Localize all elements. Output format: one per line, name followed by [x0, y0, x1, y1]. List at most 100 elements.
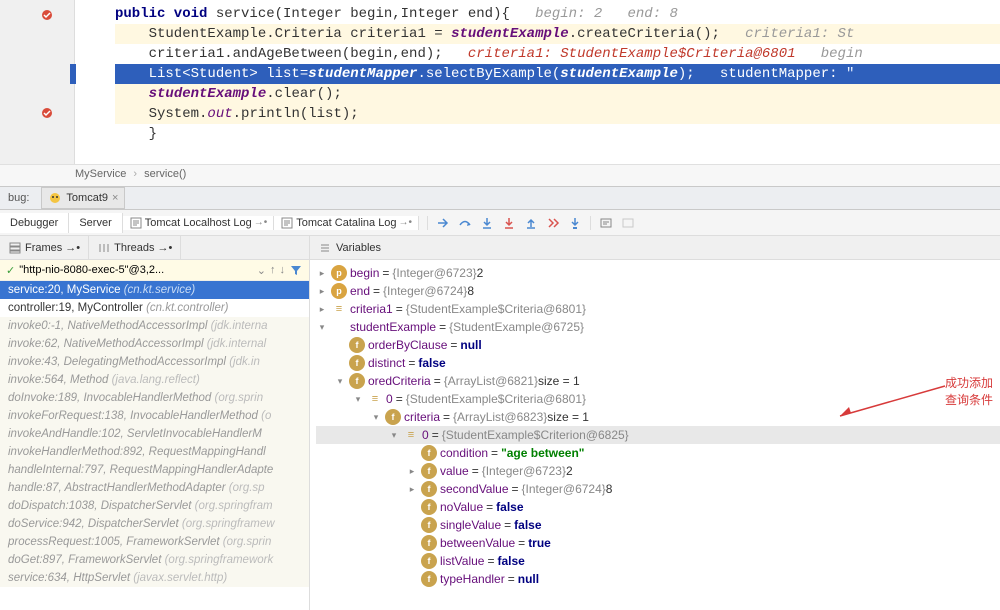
tab-frames[interactable]: Frames →•	[0, 236, 89, 259]
variable-name: listValue	[440, 552, 484, 570]
tab-server[interactable]: Server	[69, 213, 122, 233]
variable-row[interactable]: fnoValue=false	[316, 498, 1000, 516]
pin-icon[interactable]: →•	[65, 242, 80, 254]
force-step-into-icon[interactable]	[502, 216, 516, 230]
debug-panes: Frames →• Threads →• ✓ ⌄ ↑ ↓ service:20,…	[0, 236, 1000, 610]
tab-run-config[interactable]: Tomcat9 ×	[41, 187, 125, 209]
pin-icon[interactable]: →•	[254, 217, 268, 228]
filter-icon[interactable]	[289, 263, 303, 277]
code-line[interactable]: }	[115, 124, 1000, 144]
next-frame-icon[interactable]: ↓	[280, 264, 286, 276]
tree-toggle-icon[interactable]: ▸	[406, 480, 418, 498]
frame-item[interactable]: service:20, MyService (cn.kt.service)	[0, 281, 309, 299]
tab-debugger[interactable]: Debugger	[0, 213, 69, 233]
tab-catalina-log[interactable]: Tomcat Catalina Log →•	[274, 216, 419, 230]
variable-row[interactable]: fcondition="age between"	[316, 444, 1000, 462]
code-line[interactable]: criteria1.andAgeBetween(begin,end); crit…	[115, 44, 1000, 64]
frame-item[interactable]: service:634, HttpServlet (javax.servlet.…	[0, 569, 309, 587]
code-line[interactable]: StudentExample.Criteria criteria1 = stud…	[115, 24, 1000, 44]
tree-toggle-icon[interactable]: ▸	[316, 300, 328, 318]
variable-name: 0	[422, 426, 429, 444]
pin-icon[interactable]: →•	[399, 217, 413, 228]
variable-row[interactable]: ▸fsecondValue={Integer@6724} 8	[316, 480, 1000, 498]
step-into-icon[interactable]	[480, 216, 494, 230]
breakpoint-icon[interactable]	[40, 8, 54, 22]
variable-row[interactable]: ftypeHandler=null	[316, 570, 1000, 588]
breadcrumb-item[interactable]: MyService	[75, 168, 126, 180]
frames-icon	[8, 241, 22, 255]
show-execution-point-icon[interactable]	[436, 216, 450, 230]
code-line[interactable]: List<Student> list=studentMapper.selectB…	[115, 64, 1000, 84]
frame-item[interactable]: doGet:897, FrameworkServlet (org.springf…	[0, 551, 309, 569]
tab-threads[interactable]: Threads →•	[89, 236, 181, 259]
variables-label: Variables	[336, 242, 381, 254]
tree-toggle-icon[interactable]: ▾	[352, 390, 364, 408]
drop-frame-icon[interactable]	[546, 216, 560, 230]
frame-item[interactable]: invokeHandlerMethod:892, RequestMappingH…	[0, 443, 309, 461]
variable-name: typeHandler	[440, 570, 505, 588]
frame-item[interactable]: invoke0:-1, NativeMethodAccessorImpl (jd…	[0, 317, 309, 335]
field-icon: f	[421, 481, 437, 497]
frame-item[interactable]: doInvoke:189, InvocableHandlerMethod (or…	[0, 389, 309, 407]
frame-item[interactable]: processRequest:1005, FrameworkServlet (o…	[0, 533, 309, 551]
frame-item[interactable]: doService:942, DispatcherServlet (org.sp…	[0, 515, 309, 533]
field-icon: f	[385, 409, 401, 425]
tree-toggle-icon[interactable]: ▸	[406, 462, 418, 480]
variable-value: {ArrayList@6823}	[453, 408, 547, 426]
frame-item[interactable]: invoke:564, Method (java.lang.reflect)	[0, 371, 309, 389]
frame-item[interactable]: handle:87, AbstractHandlerMethodAdapter …	[0, 479, 309, 497]
variable-row[interactable]: fbetweenValue=true	[316, 534, 1000, 552]
code-line[interactable]: studentExample.clear();	[115, 84, 1000, 104]
tab-localhost-log[interactable]: Tomcat Localhost Log →•	[123, 216, 275, 230]
variable-row[interactable]: ▾≡0={StudentExample$Criterion@6825}	[316, 426, 1000, 444]
frame-item[interactable]: handleInternal:797, RequestMappingHandle…	[0, 461, 309, 479]
code-line[interactable]: public void service(Integer begin,Intege…	[115, 4, 1000, 24]
code-editor[interactable]: public void service(Integer begin,Intege…	[0, 0, 1000, 164]
tree-toggle-icon[interactable]: ▾	[334, 372, 346, 390]
variable-row[interactable]: fsingleValue=false	[316, 516, 1000, 534]
variable-value: false	[418, 354, 445, 372]
frame-item[interactable]: controller:19, MyController (cn.kt.contr…	[0, 299, 309, 317]
breadcrumb-item[interactable]: service()	[144, 168, 186, 180]
variable-row[interactable]: ▾fcriteria={ArrayList@6823} size = 1	[316, 408, 1000, 426]
frame-item[interactable]: doDispatch:1038, DispatcherServlet (org.…	[0, 497, 309, 515]
close-icon[interactable]: ×	[112, 192, 118, 204]
variable-row[interactable]: forderByClause=null	[316, 336, 1000, 354]
variable-row[interactable]: flistValue=false	[316, 552, 1000, 570]
frame-item[interactable]: invoke:62, NativeMethodAccessorImpl (jdk…	[0, 335, 309, 353]
pin-icon[interactable]: →•	[158, 242, 173, 254]
field-icon: p	[331, 265, 347, 281]
thread-input[interactable]	[19, 264, 253, 276]
variable-row[interactable]: ▾≡0={StudentExample$Criteria@6801}	[316, 390, 1000, 408]
variable-value: null	[518, 570, 539, 588]
prev-frame-icon[interactable]: ↑	[270, 264, 276, 276]
variables-tree[interactable]: ▸pbegin={Integer@6723} 2▸pend={Integer@6…	[310, 260, 1000, 588]
breakpoint-icon[interactable]	[40, 106, 54, 120]
variable-row[interactable]: ▸≡criteria1={StudentExample$Criteria@680…	[316, 300, 1000, 318]
frame-item[interactable]: invokeForRequest:138, InvocableHandlerMe…	[0, 407, 309, 425]
code-line[interactable]: System.out.println(list);	[115, 104, 1000, 124]
frames-list[interactable]: service:20, MyService (cn.kt.service)con…	[0, 281, 309, 610]
tree-toggle-icon[interactable]: ▾	[316, 318, 328, 336]
trace-current-stream-chain-icon[interactable]	[621, 216, 635, 230]
step-out-icon[interactable]	[524, 216, 538, 230]
variable-name: singleValue	[440, 516, 501, 534]
frame-item[interactable]: invokeAndHandle:102, ServletInvocableHan…	[0, 425, 309, 443]
variable-row[interactable]: fdistinct=false	[316, 354, 1000, 372]
variable-row[interactable]: ▾oostudentExample={StudentExample@6725}	[316, 318, 1000, 336]
variable-name: noValue	[440, 498, 483, 516]
variable-row[interactable]: ▸pbegin={Integer@6723} 2	[316, 264, 1000, 282]
tree-toggle-icon[interactable]: ▸	[316, 282, 328, 300]
evaluate-expression-icon[interactable]	[599, 216, 613, 230]
tree-toggle-icon[interactable]: ▸	[316, 264, 328, 282]
thread-selector[interactable]: ✓ ⌄ ↑ ↓	[0, 260, 309, 281]
run-to-cursor-icon[interactable]	[568, 216, 582, 230]
variable-row[interactable]: ▸pend={Integer@6724} 8	[316, 282, 1000, 300]
tree-toggle-icon[interactable]: ▾	[388, 426, 400, 444]
frame-item[interactable]: invoke:43, DelegatingMethodAccessorImpl …	[0, 353, 309, 371]
step-over-icon[interactable]	[458, 216, 472, 230]
tree-toggle-icon[interactable]: ▾	[370, 408, 382, 426]
variable-row[interactable]: ▾foredCriteria={ArrayList@6821} size = 1	[316, 372, 1000, 390]
variable-row[interactable]: ▸fvalue={Integer@6723} 2	[316, 462, 1000, 480]
chevron-down-icon[interactable]: ⌄	[257, 264, 266, 277]
